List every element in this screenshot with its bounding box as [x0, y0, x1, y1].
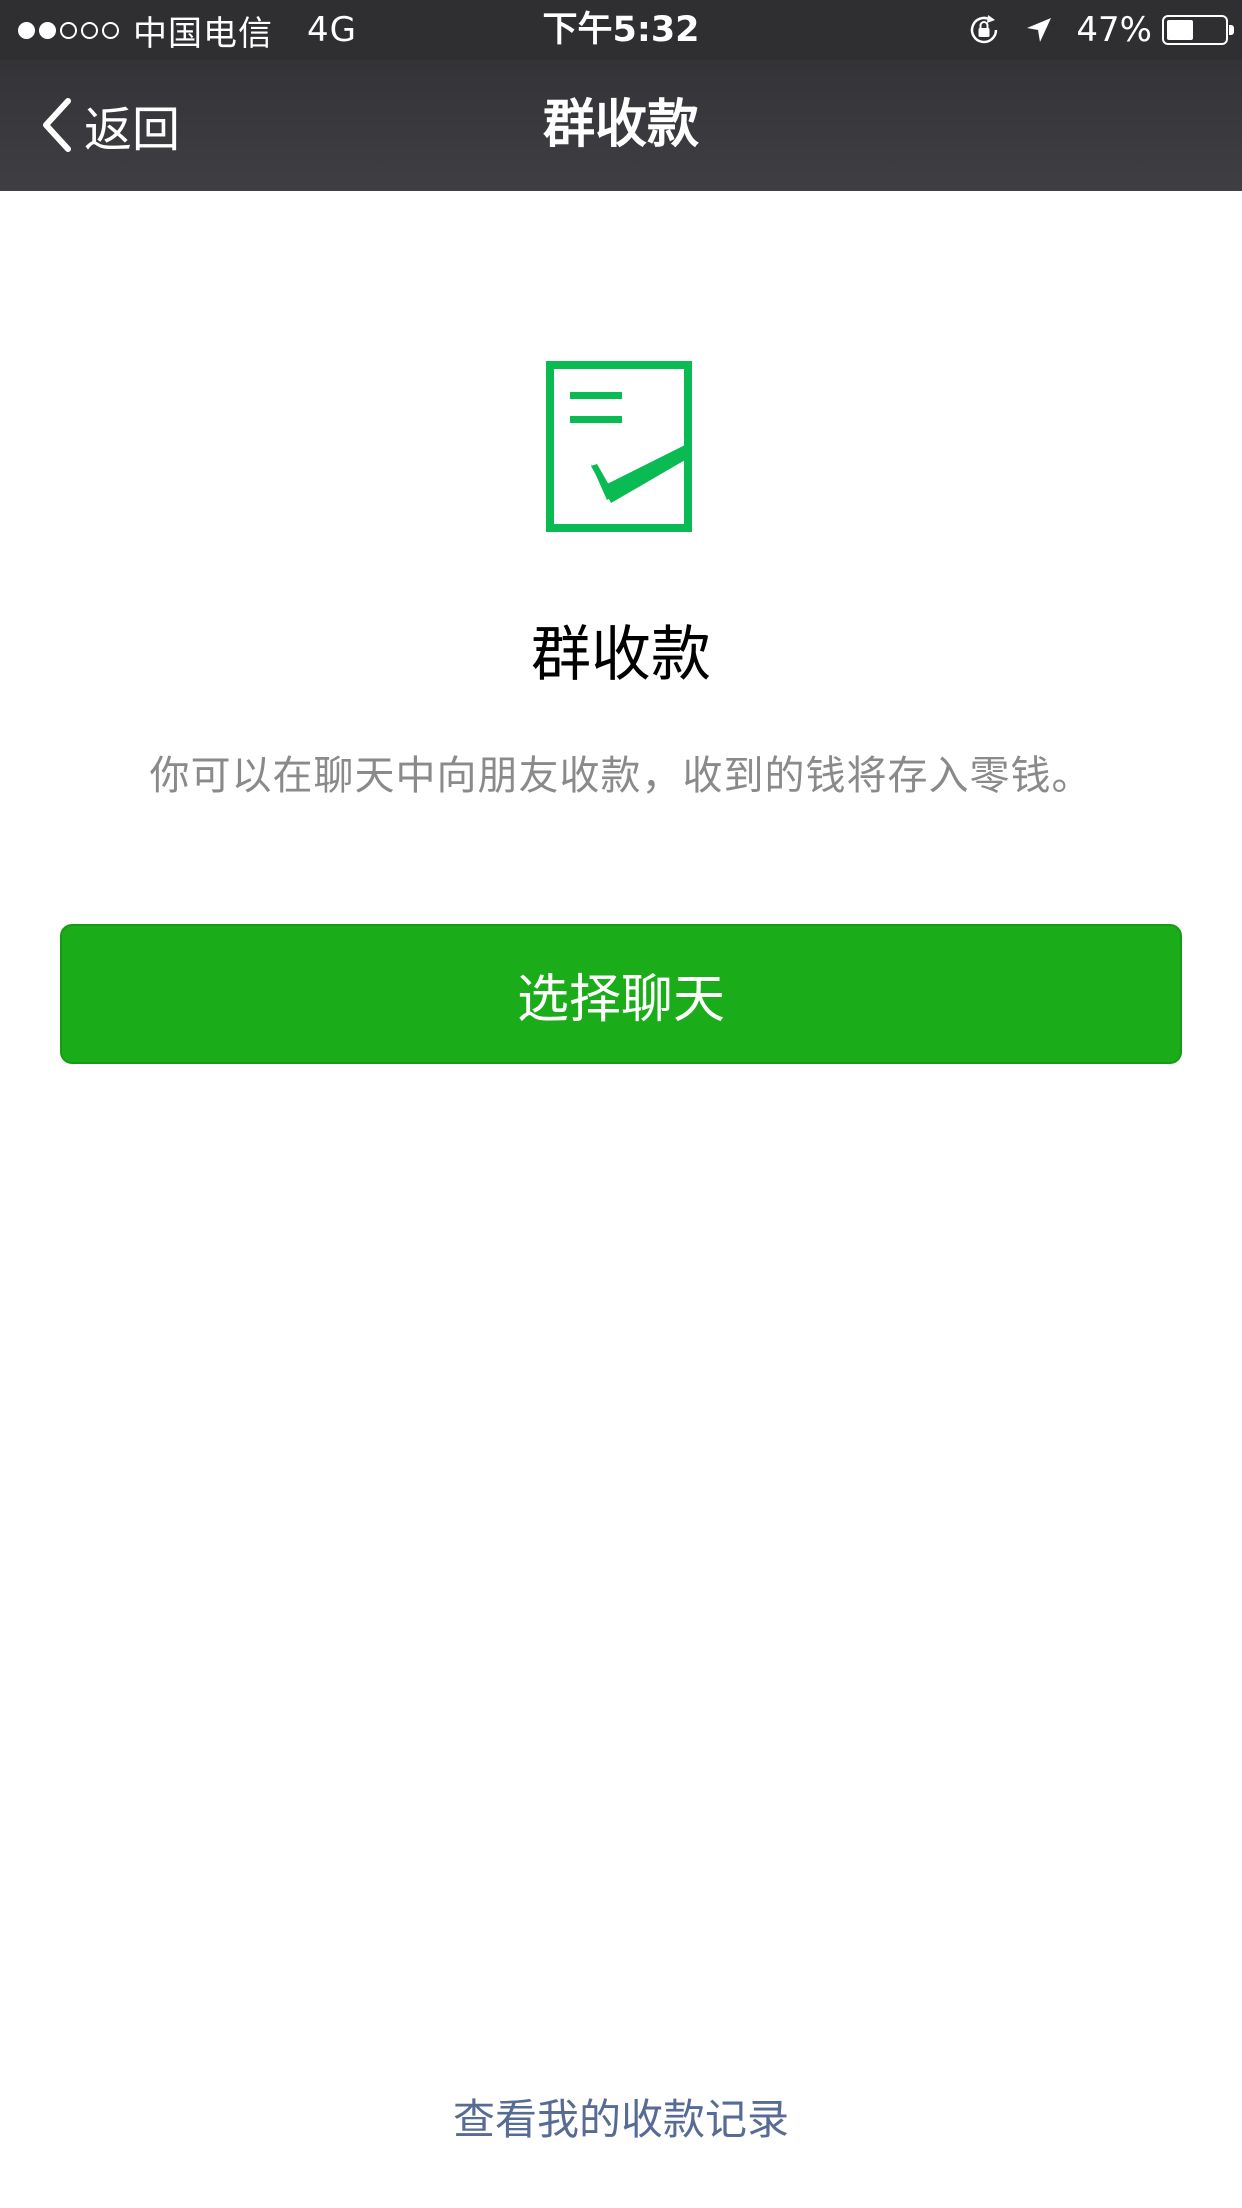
document-check-icon	[546, 361, 692, 532]
battery-nub	[1229, 25, 1234, 35]
status-right: 47%	[966, 8, 1234, 52]
description-text: 你可以在聊天中向朋友收款，收到的钱将存入零钱。	[149, 753, 1093, 799]
app-screen: 中国电信 4G 下午5:32 47% 返回 群收款 群收款 你可以在聊天中向朋友…	[0, 0, 1242, 2208]
location-arrow-icon	[1027, 18, 1052, 42]
nav-title: 群收款	[542, 95, 699, 155]
page-title: 群收款	[531, 620, 711, 690]
battery-icon	[1162, 15, 1234, 45]
rotation-lock-icon	[971, 15, 998, 44]
select-chat-button[interactable]: 选择聊天	[60, 924, 1182, 1064]
battery-percent: 47%	[1076, 10, 1152, 50]
view-records-link[interactable]: 查看我的收款记录	[0, 2085, 1242, 2155]
battery-fill	[1167, 20, 1194, 40]
status-bar: 中国电信 4G 下午5:32 47%	[0, 0, 1242, 60]
navigation-bar: 返回 群收款	[0, 60, 1242, 191]
